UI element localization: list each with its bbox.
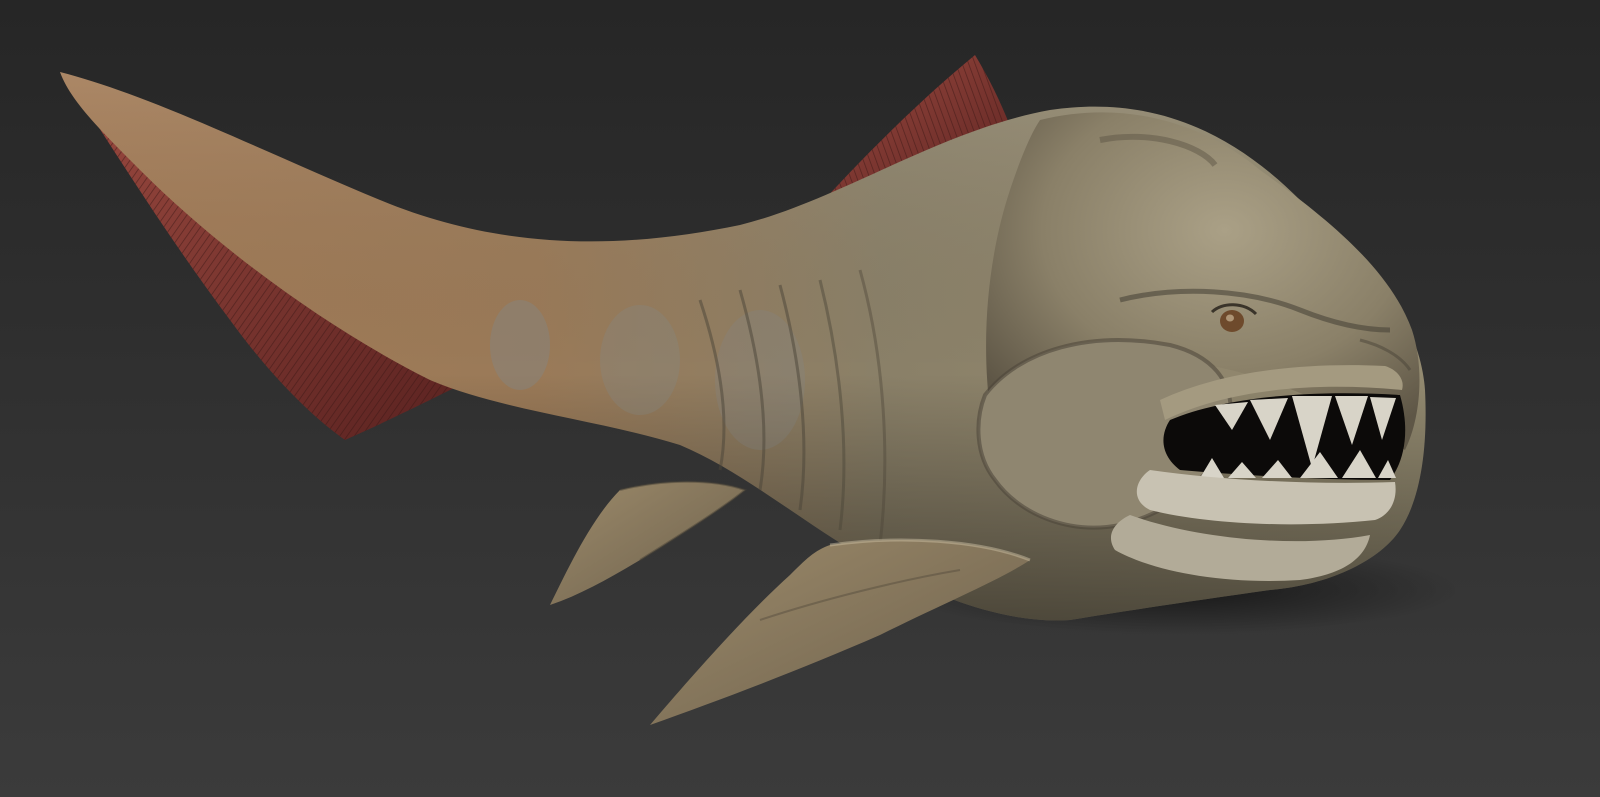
fish-render <box>0 0 1600 797</box>
render-viewport <box>0 0 1600 797</box>
